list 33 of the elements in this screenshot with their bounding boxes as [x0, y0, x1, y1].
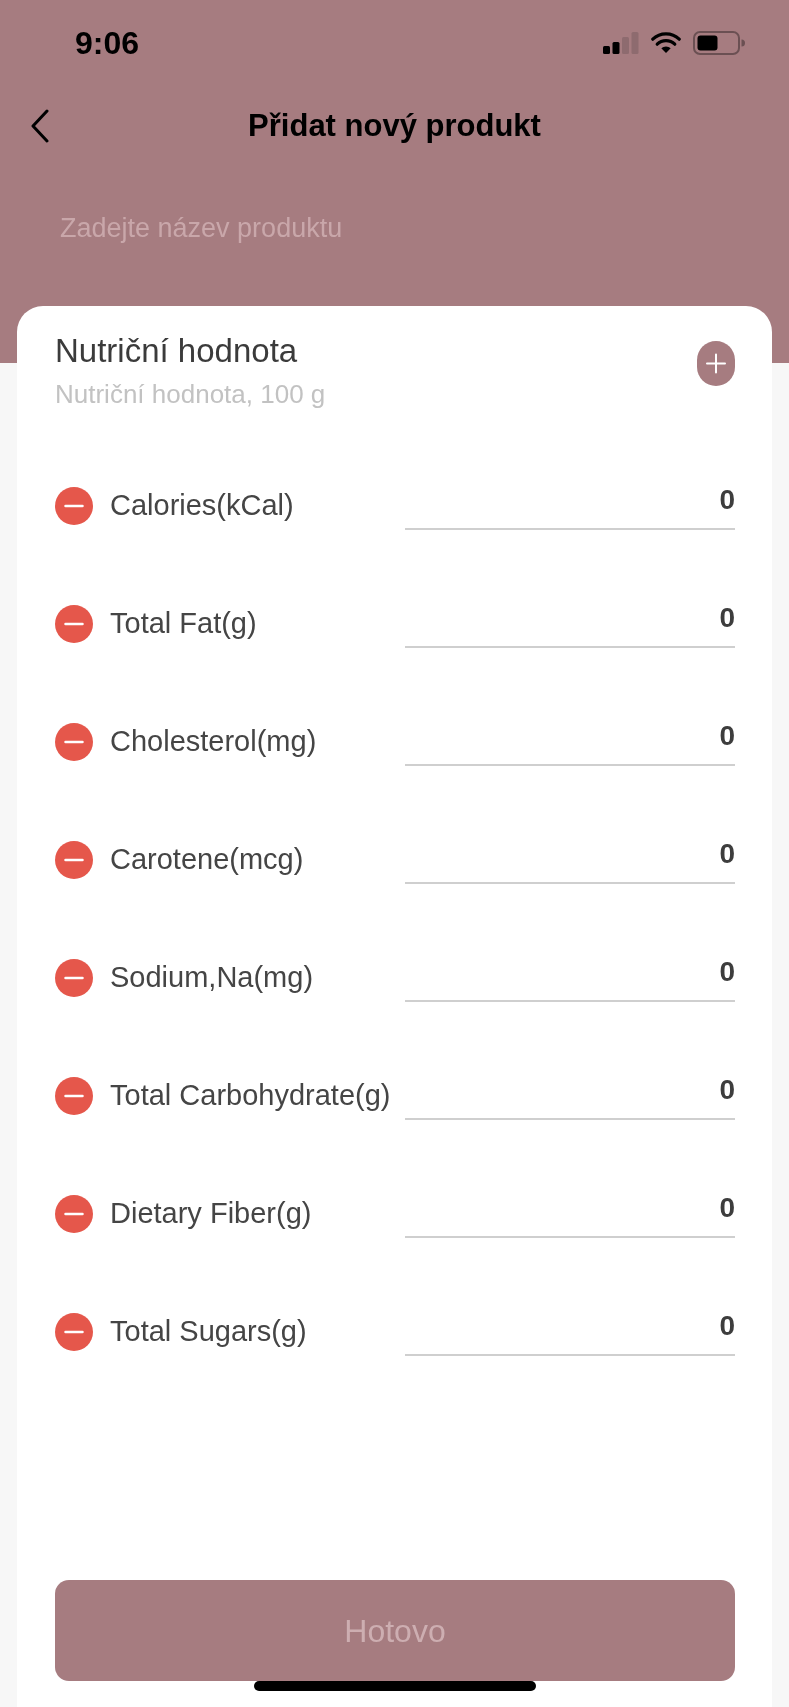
minus-circle-icon[interactable] [55, 487, 93, 525]
minus-circle-icon[interactable] [55, 1195, 93, 1233]
section-subtitle: Nutriční hodnota, 100 g [55, 379, 326, 409]
input-field[interactable]: 0 [405, 1308, 735, 1356]
minus-circle-icon[interactable] [55, 959, 93, 997]
minus-circle-icon[interactable] [55, 1077, 93, 1115]
cellular-signal-icon [603, 32, 639, 54]
back-icon[interactable] [30, 109, 50, 143]
page-title: Přidat nový produkt [248, 106, 541, 145]
plus-icon[interactable] [697, 341, 735, 386]
nutrient-label: Total Fat(g) [110, 606, 257, 642]
nutrient-label: Carotene(mcg) [110, 842, 304, 878]
battery-icon [693, 31, 745, 55]
nutrient-label: Dietary Fiber(g) [110, 1196, 312, 1232]
input-field[interactable]: 0 [405, 1190, 735, 1238]
minus-circle-icon[interactable] [55, 1313, 93, 1351]
wifi-icon [651, 32, 681, 54]
input-field[interactable]: 0 [405, 718, 735, 766]
minus-circle-icon[interactable] [55, 841, 93, 879]
minus-circle-icon[interactable] [55, 723, 93, 761]
input-field[interactable]: 0 [405, 836, 735, 884]
input-field[interactable]: 0 [405, 482, 735, 530]
nutrient-label: Total Sugars(g) [110, 1314, 307, 1350]
nutrient-label: Cholesterol(mg) [110, 724, 317, 760]
input-field[interactable]: 0 [405, 600, 735, 648]
nutrient-label: Calories(kCal) [110, 488, 294, 524]
input-field[interactable]: 0 [405, 954, 735, 1002]
input-field[interactable]: 0 [405, 1072, 735, 1120]
section-title: Nutriční hodnota [55, 331, 298, 371]
nutrient-label: Sodium,Na(mg) [110, 960, 314, 996]
minus-circle-icon[interactable] [55, 605, 93, 643]
nutrient-label: Total Carbohydrate(g) [110, 1078, 391, 1114]
status-time: 9:06 [75, 27, 140, 59]
